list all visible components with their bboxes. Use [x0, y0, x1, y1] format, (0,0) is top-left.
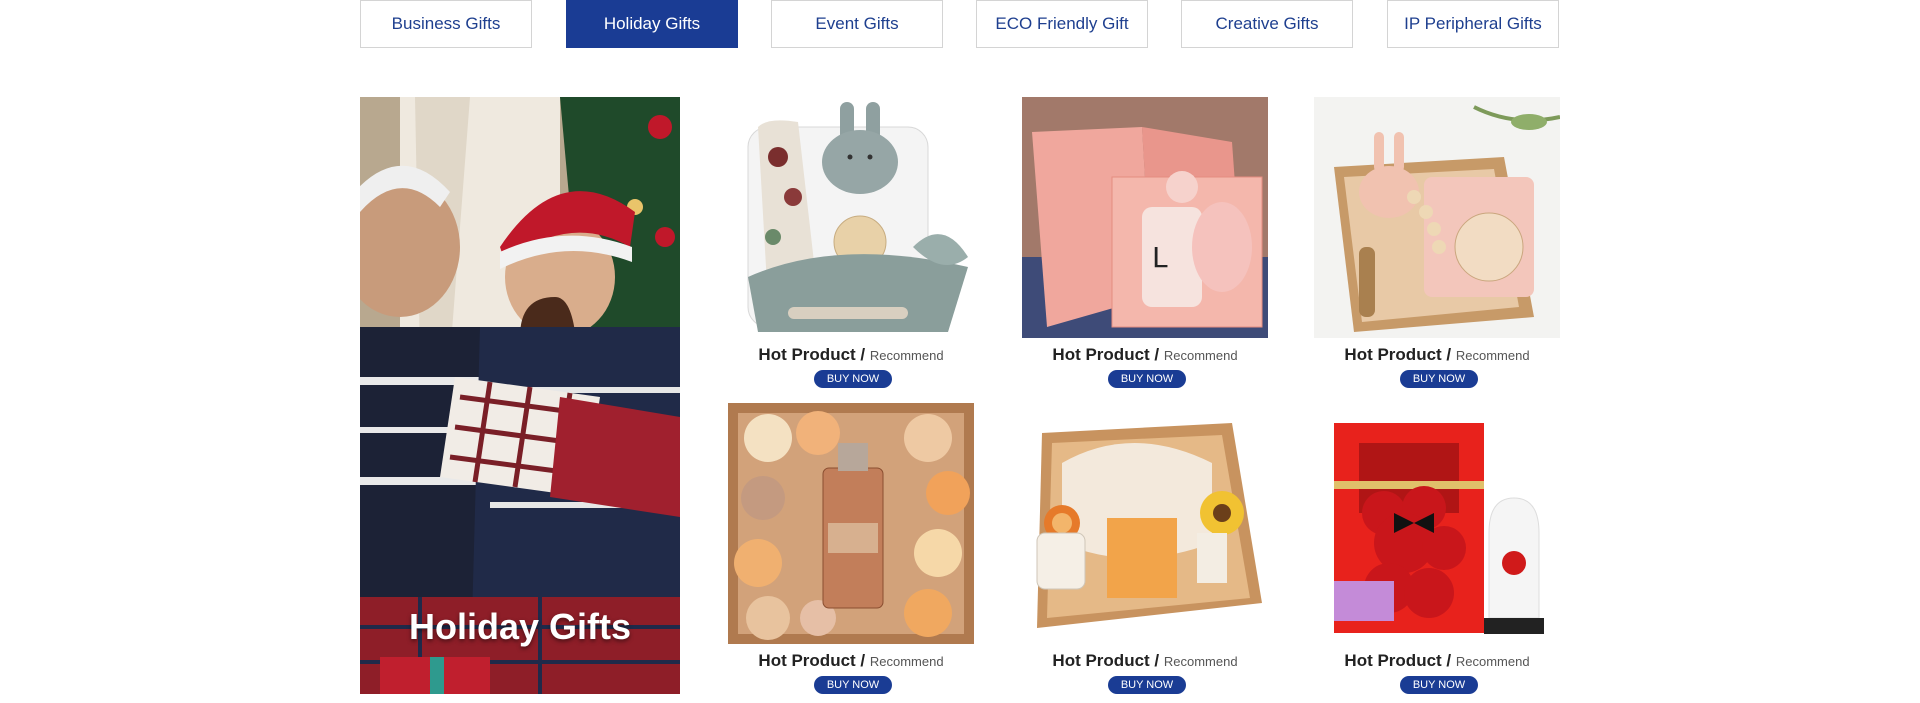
- category-tabs: Business Gifts Holiday Gifts Event Gifts…: [360, 0, 1560, 50]
- tab-creative-gifts[interactable]: Creative Gifts: [1181, 0, 1353, 48]
- buy-now-button[interactable]: BUY NOW: [1108, 370, 1186, 388]
- product-caption: Hot Product / Recommend: [728, 345, 974, 365]
- holiday-hero-banner[interactable]: Holiday Gifts: [360, 97, 680, 694]
- product-card[interactable]: L Hot Product / Recommend BUY NOW: [1022, 97, 1268, 397]
- product-title: Hot Product /: [1344, 345, 1452, 364]
- product-title: Hot Product /: [1344, 651, 1452, 670]
- product-title: Hot Product /: [758, 651, 866, 670]
- product-subtitle: Recommend: [1455, 654, 1530, 669]
- product-title: Hot Product /: [1052, 345, 1160, 364]
- tab-business-gifts[interactable]: Business Gifts: [360, 0, 532, 48]
- buy-now-button[interactable]: BUY NOW: [1108, 676, 1186, 694]
- product-caption: Hot Product / Recommend: [1022, 651, 1268, 671]
- buy-now-button[interactable]: BUY NOW: [1400, 370, 1478, 388]
- tab-event-gifts[interactable]: Event Gifts: [771, 0, 943, 48]
- product-card[interactable]: Hot Product / Recommend BUY NOW: [1314, 97, 1560, 397]
- product-card[interactable]: Hot Product / Recommend BUY NOW: [728, 97, 974, 397]
- holiday-couple-photo: [360, 97, 680, 694]
- tab-holiday-gifts[interactable]: Holiday Gifts: [566, 0, 738, 48]
- product-title: Hot Product /: [1052, 651, 1160, 670]
- product-card[interactable]: Hot Product / Recommend BUY NOW: [728, 403, 974, 703]
- product-card[interactable]: Hot Product / Recommend BUY NOW: [1022, 403, 1268, 703]
- svg-text:L: L: [1152, 241, 1168, 274]
- product-caption: Hot Product / Recommend: [1314, 345, 1560, 365]
- buy-now-button[interactable]: BUY NOW: [1400, 676, 1478, 694]
- buy-now-button[interactable]: BUY NOW: [814, 370, 892, 388]
- sunflower-spa-box-image: [1022, 403, 1268, 644]
- product-title: Hot Product /: [758, 345, 866, 364]
- hero-title: Holiday Gifts: [408, 606, 632, 647]
- product-card[interactable]: Hot Product / Recommend BUY NOW: [1314, 403, 1560, 703]
- product-subtitle: Recommend: [1163, 654, 1238, 669]
- product-subtitle: Recommend: [1163, 348, 1238, 363]
- rose-perfume-box-image: [728, 403, 974, 644]
- product-subtitle: Recommend: [1455, 348, 1530, 363]
- baby-gift-box-bunny-image: [728, 97, 974, 338]
- tab-eco-friendly-gift[interactable]: ECO Friendly Gift: [976, 0, 1148, 48]
- buy-now-button[interactable]: BUY NOW: [814, 676, 892, 694]
- product-subtitle: Recommend: [869, 654, 944, 669]
- product-subtitle: Recommend: [869, 348, 944, 363]
- pink-mug-gift-box-image: L: [1022, 97, 1268, 338]
- product-caption: Hot Product / Recommend: [1314, 651, 1560, 671]
- baby-keepsake-box-image: [1314, 97, 1560, 338]
- rose-bear-gift-box-image: [1314, 403, 1560, 644]
- product-caption: Hot Product / Recommend: [728, 651, 974, 671]
- product-caption: Hot Product / Recommend: [1022, 345, 1268, 365]
- tab-ip-peripheral-gifts[interactable]: IP Peripheral Gifts: [1387, 0, 1559, 48]
